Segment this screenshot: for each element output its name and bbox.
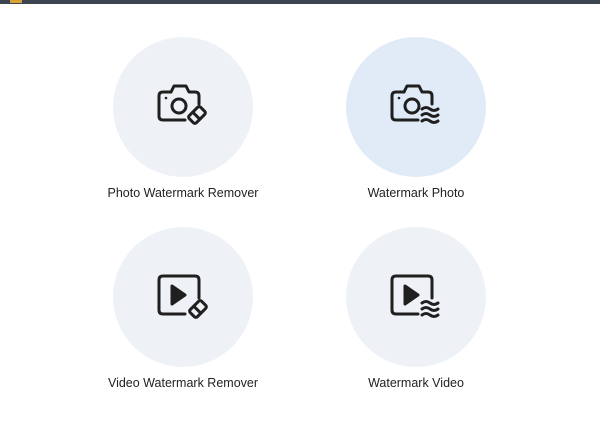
watermark-video-label: Watermark Video [368, 376, 464, 390]
window-top-bar [0, 0, 600, 4]
watermark-photo-button[interactable] [346, 37, 486, 177]
watermark-photo-tile[interactable]: Watermark Photo [306, 37, 526, 237]
camera-watermark-icon [390, 84, 440, 124]
camera-eraser-icon [157, 84, 207, 125]
video-watermark-icon [390, 274, 440, 318]
video-eraser-icon [157, 274, 208, 319]
app-logo-fragment [10, 0, 22, 3]
photo-watermark-remover-button[interactable] [113, 37, 253, 177]
watermark-video-button[interactable] [346, 227, 486, 367]
video-watermark-remover-button[interactable] [113, 227, 253, 367]
watermark-video-tile[interactable]: Watermark Video [306, 227, 526, 427]
video-watermark-remover-label: Video Watermark Remover [107, 376, 259, 390]
video-watermark-remover-tile[interactable]: Video Watermark Remover [73, 227, 293, 427]
photo-watermark-remover-label: Photo Watermark Remover [107, 186, 259, 200]
photo-watermark-remover-tile[interactable]: Photo Watermark Remover [73, 37, 293, 237]
watermark-photo-label: Watermark Photo [367, 186, 465, 200]
